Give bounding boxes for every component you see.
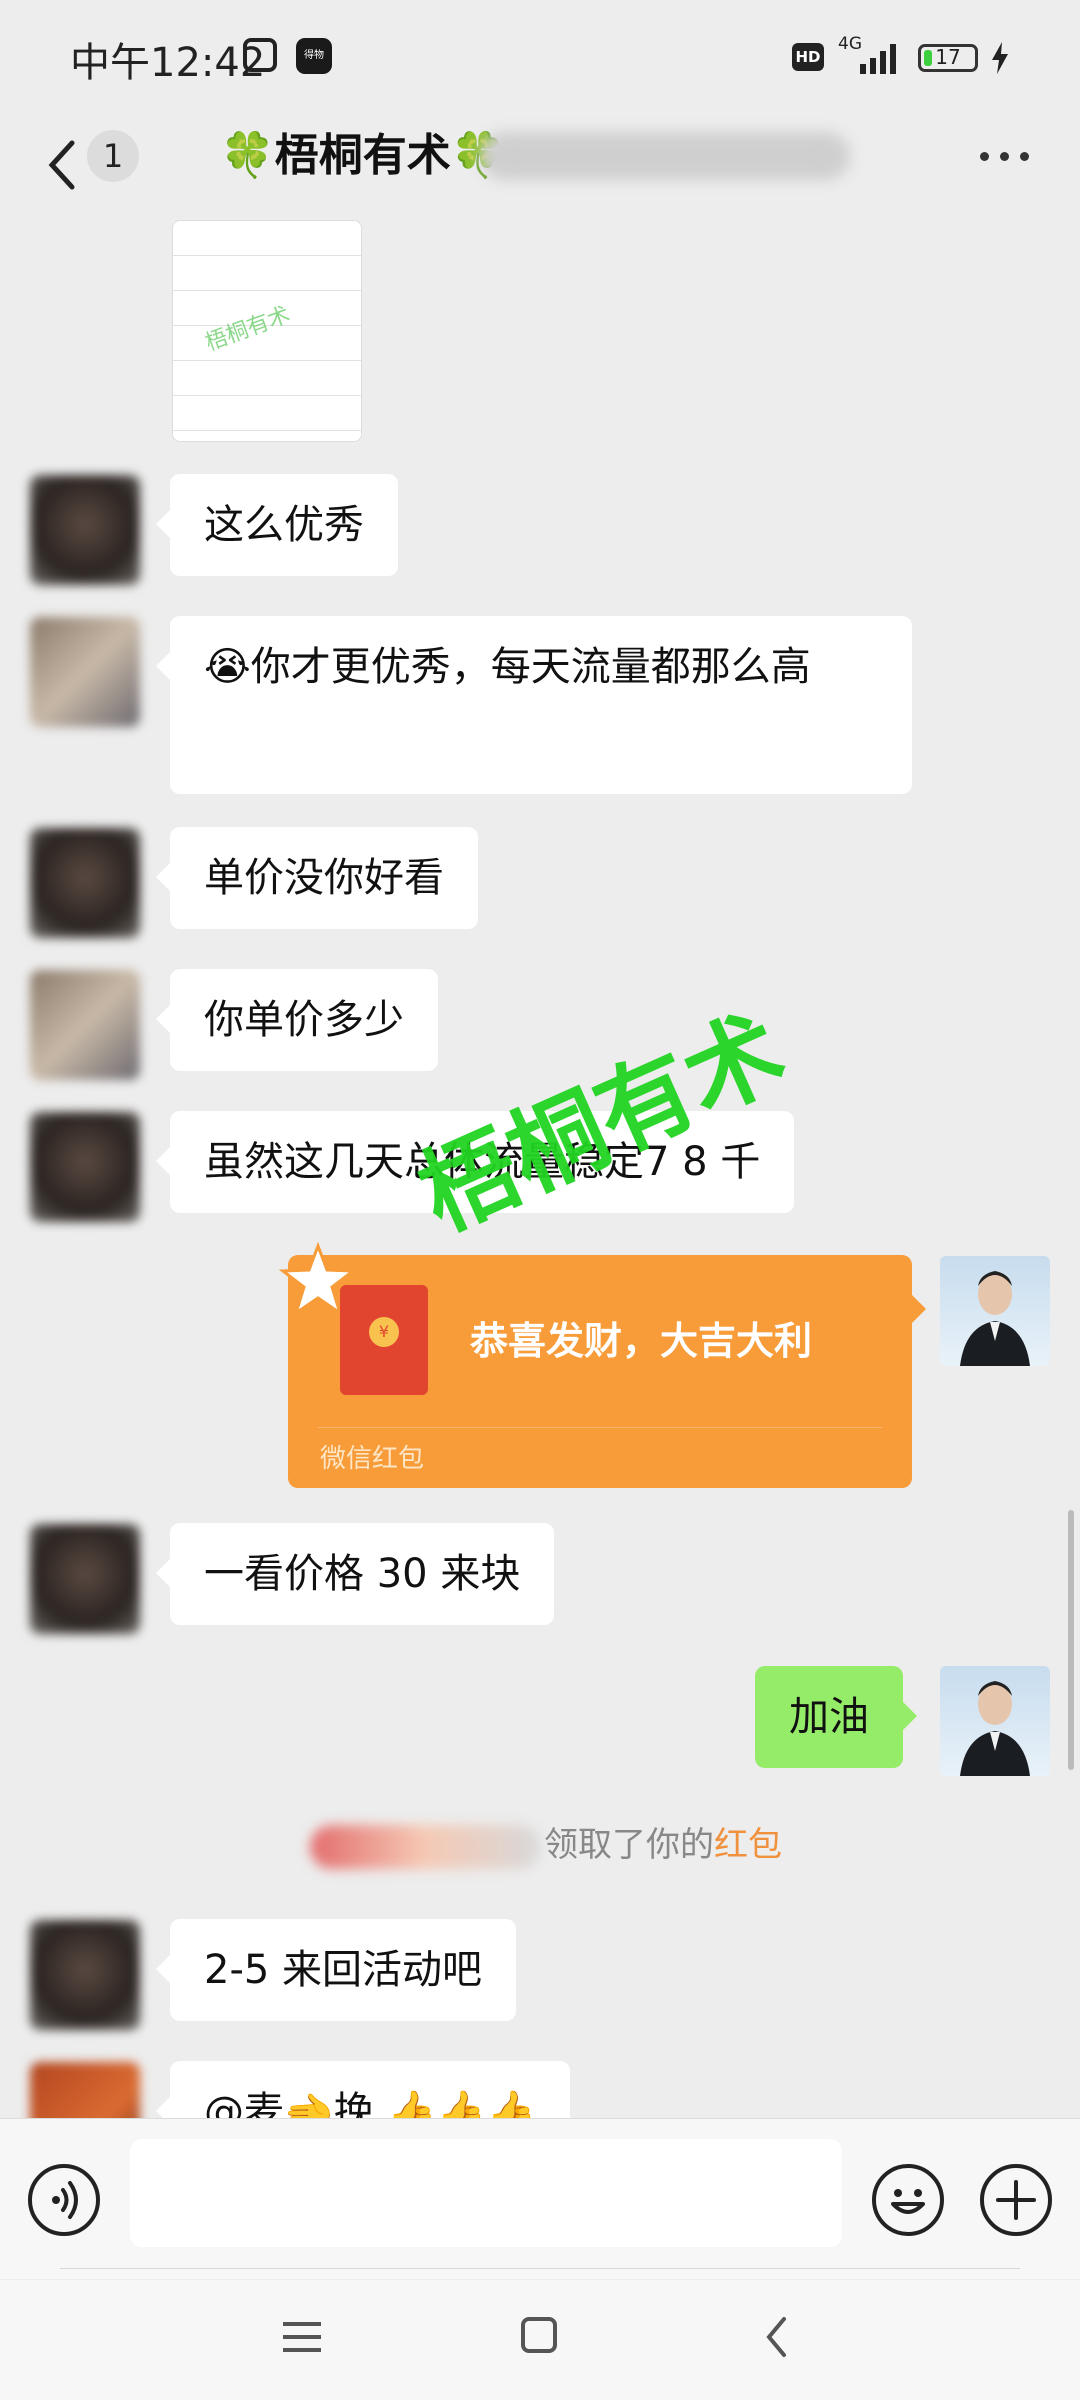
red-packet-greeting: 恭喜发财，大吉大利 [470,1319,813,1363]
my-avatar[interactable] [940,1256,1050,1366]
home-icon[interactable] [521,2317,557,2353]
message-bubble[interactable]: 一看价格 30 来块 [155,1523,555,1625]
red-packet-label: 微信红包 [320,1444,425,1474]
battery-level: 17 [935,45,961,69]
status-bar: 中午12:42 得物 HD 4G 17 [0,0,1080,115]
emoji-button[interactable] [872,2164,944,2236]
chat-title: 🍀梧桐有术🍀 [220,130,506,181]
avatar[interactable] [30,970,140,1080]
message-bubble[interactable]: 2-5 来回活动吧 [155,1919,517,2021]
back-arrow-icon[interactable] [40,135,86,195]
status-time: 中午12:42 [70,40,266,86]
blurred-name [310,1824,540,1869]
message-bubble[interactable]: 单价没你好看 [156,827,478,929]
smile-icon [891,2189,925,2214]
blurred-title-suffix [480,132,850,180]
battery-icon: 17 [918,44,978,72]
image-message[interactable]: 梧桐有术 [172,220,362,442]
red-packet-message[interactable]: ¥ 恭喜发财，大吉大利 微信红包 [278,1241,926,1488]
plus-icon [996,2180,1036,2220]
avatar[interactable] [30,1920,140,2030]
message-bubble[interactable]: 你单价多少 [156,969,438,1071]
red-packet-notice: 领取了你的红包 [310,1815,782,1875]
avatar[interactable] [30,1112,140,1222]
avatar[interactable] [30,1524,140,1634]
input-bar [0,2118,1080,2279]
voice-icon [52,2181,78,2219]
person-icon [960,1681,1030,1776]
my-avatar[interactable] [940,1666,1050,1776]
hd-icon: HD [792,43,824,71]
unread-count-badge[interactable]: 1 [87,130,139,182]
person-icon [960,1271,1030,1366]
message-bubble[interactable]: 😭你才更优秀，每天流量都那么高 [156,616,912,794]
more-functions-button[interactable] [980,2164,1052,2236]
system-navigation-bar [0,2280,1080,2400]
signal-icon [860,44,896,74]
red-envelope-icon: ¥ [340,1285,428,1395]
scrollbar[interactable] [1068,1510,1074,1770]
voice-input-button[interactable] [28,2164,100,2236]
charging-icon [992,42,1008,74]
notice-link[interactable]: 红包 [714,1825,782,1865]
message-input[interactable] [130,2139,842,2247]
system-back-icon[interactable] [765,2316,787,2358]
nfc-icon [243,38,277,72]
avatar[interactable] [30,617,140,727]
app-notification-icon: 得物 [296,38,332,74]
avatar[interactable] [30,828,140,938]
more-options-icon[interactable] [980,152,1030,162]
network-type: 4G [838,34,862,54]
message-bubble[interactable]: 这么优秀 [156,474,398,576]
avatar[interactable] [30,475,140,585]
watermark: 梧桐有术 [403,993,801,1253]
my-message-bubble[interactable]: 加油 [755,1666,917,1768]
menu-icon[interactable] [283,2320,321,2354]
